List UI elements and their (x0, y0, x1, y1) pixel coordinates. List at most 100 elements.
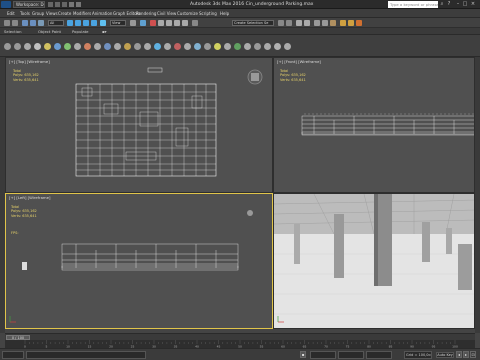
tool-1-icon[interactable] (4, 43, 11, 50)
search-input[interactable]: Type a keyword or phrase (388, 1, 438, 8)
spinner-snap-icon[interactable] (182, 20, 188, 26)
tool-23-icon[interactable] (224, 43, 231, 50)
ribbon-options-icon[interactable]: ▪▾ (102, 28, 106, 35)
menu-help[interactable]: Help (220, 9, 229, 18)
minimize-icon[interactable]: – (455, 1, 461, 8)
lock-selection-icon[interactable]: ▪ (300, 351, 306, 358)
tool-17-icon[interactable] (164, 43, 171, 50)
selection-filter-dropdown[interactable]: All (48, 20, 64, 26)
tool-14-icon[interactable] (134, 43, 141, 50)
mirror-icon[interactable] (278, 20, 284, 26)
tool-12-icon[interactable] (114, 43, 121, 50)
menu-create[interactable]: Create (58, 9, 71, 18)
track-bar[interactable]: 0 5 10 15 20 25 30 35 40 45 50 55 60 65 70 75 80 85 90 95 10… (5, 340, 475, 349)
menu-scripting[interactable]: Scripting (199, 9, 217, 18)
menu-rendering[interactable]: Rendering (136, 9, 156, 18)
named-selection-sets-dropdown[interactable]: Create Selection Se (232, 20, 274, 26)
tool-21-icon[interactable] (204, 43, 211, 50)
tab-selection[interactable]: Selection (4, 28, 22, 35)
save-file-icon[interactable] (62, 2, 67, 7)
edit-named-selection-icon[interactable] (192, 20, 198, 26)
tab-populate[interactable]: Populate (72, 28, 89, 35)
workspace-dropdown[interactable]: Workspace: Default (13, 1, 45, 8)
bind-space-warp-icon[interactable] (38, 20, 44, 26)
viewport-top[interactable]: [+] [Top] [Wireframe] Total Polys: 635,1… (5, 57, 273, 193)
curve-editor-icon[interactable] (314, 20, 320, 26)
rendered-frame-window-icon[interactable] (348, 20, 354, 26)
undo-icon[interactable] (4, 20, 10, 26)
play-icon[interactable]: ▸ (463, 351, 469, 358)
tool-18-icon[interactable] (174, 43, 181, 50)
viewport-perspective[interactable] (273, 193, 475, 329)
menu-modifiers[interactable]: Modifiers (73, 9, 91, 18)
tool-25-icon[interactable] (244, 43, 251, 50)
select-move-icon[interactable] (100, 20, 106, 26)
link-icon[interactable] (22, 20, 28, 26)
menu-tools[interactable]: Tools (20, 9, 30, 18)
menu-civil-view[interactable]: Civil View (157, 9, 176, 18)
y-coordinate-field[interactable] (338, 351, 364, 359)
menu-animation[interactable]: Animation (92, 9, 112, 18)
material-editor-icon[interactable] (330, 20, 336, 26)
window-crossing-icon[interactable] (91, 20, 97, 26)
binoculars-icon[interactable]: ⌕ (439, 1, 445, 8)
unlink-icon[interactable] (30, 20, 36, 26)
tool-24-icon[interactable] (234, 43, 241, 50)
help-icon[interactable]: ? (446, 1, 452, 8)
close-icon[interactable]: × (470, 1, 476, 8)
tool-10-icon[interactable] (94, 43, 101, 50)
redo-icon[interactable] (12, 20, 18, 26)
viewport-left[interactable]: [+] [Left] [Wireframe] Total Polys: 635,… (5, 193, 273, 329)
tool-8-icon[interactable] (74, 43, 81, 50)
layer-manager-icon[interactable] (296, 20, 302, 26)
tool-19-icon[interactable] (184, 43, 191, 50)
select-object-icon[interactable] (67, 20, 73, 26)
light-bulb-icon[interactable] (44, 43, 51, 50)
tool-20-icon[interactable] (194, 43, 201, 50)
select-manipulate-icon[interactable] (140, 20, 146, 26)
pivot-center-icon[interactable] (130, 20, 136, 26)
auto-key-button[interactable]: Auto Key (436, 352, 454, 358)
snaps-toggle-icon[interactable] (158, 20, 164, 26)
tool-27-icon[interactable] (264, 43, 271, 50)
time-slider[interactable]: 0 / 100 (5, 333, 475, 340)
tool-16-icon[interactable] (154, 43, 161, 50)
render-production-icon[interactable] (356, 20, 362, 26)
maxscript-listener[interactable] (2, 351, 24, 359)
z-coordinate-field[interactable] (366, 351, 392, 359)
redo-icon[interactable] (76, 2, 81, 7)
menu-edit[interactable]: Edit (7, 9, 15, 18)
undo-icon[interactable] (69, 2, 74, 7)
tool-3-icon[interactable] (24, 43, 31, 50)
x-coordinate-field[interactable] (310, 351, 336, 359)
scene-explorer-icon[interactable] (304, 20, 310, 26)
new-scene-icon[interactable] (48, 2, 53, 7)
application-menu-button[interactable] (1, 1, 11, 8)
open-file-icon[interactable] (55, 2, 60, 7)
select-by-name-icon[interactable] (75, 20, 81, 26)
go-to-start-icon[interactable]: ◂ (456, 351, 462, 358)
menu-customize[interactable]: Customize (177, 9, 198, 18)
tool-6-icon[interactable] (54, 43, 61, 50)
tool-13-icon[interactable] (124, 43, 131, 50)
menu-group[interactable]: Group (32, 9, 44, 18)
tool-11-icon[interactable] (104, 43, 111, 50)
tab-object-paint[interactable]: Object Paint (38, 28, 61, 35)
navigation-gizmo-icon[interactable] (247, 210, 253, 216)
selection-region-icon[interactable] (83, 20, 89, 26)
tool-22-icon[interactable] (214, 43, 221, 50)
tool-2-icon[interactable] (14, 43, 21, 50)
tool-9-icon[interactable] (84, 43, 91, 50)
maximize-icon[interactable]: □ (462, 1, 468, 8)
tool-7-icon[interactable] (64, 43, 71, 50)
align-icon[interactable] (286, 20, 292, 26)
angle-snap-icon[interactable] (166, 20, 172, 26)
tool-26-icon[interactable] (254, 43, 261, 50)
tool-28-icon[interactable] (274, 43, 281, 50)
tool-29-icon[interactable] (284, 43, 291, 50)
tool-15-icon[interactable] (144, 43, 151, 50)
percent-snap-icon[interactable] (174, 20, 180, 26)
reference-coordinate-dropdown[interactable]: View (110, 20, 126, 26)
render-setup-icon[interactable] (340, 20, 346, 26)
tool-4-icon[interactable] (34, 43, 41, 50)
